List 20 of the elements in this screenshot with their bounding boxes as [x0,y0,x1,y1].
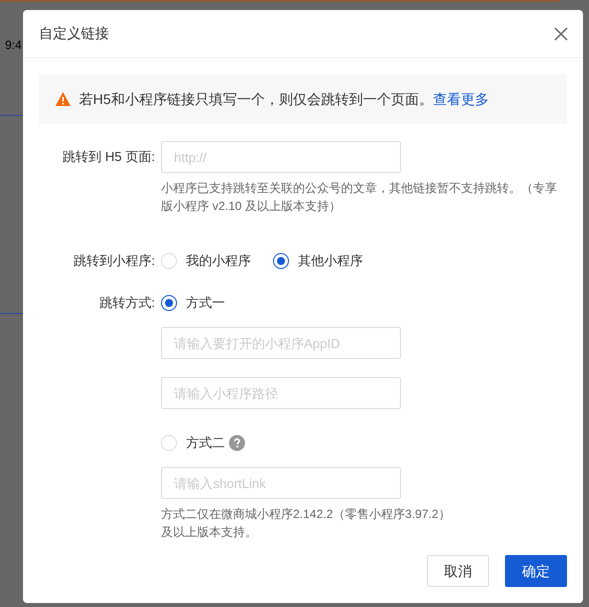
dialog-title: 自定义链接 [39,24,109,43]
confirm-button[interactable]: 确定 [505,555,567,587]
cancel-button[interactable]: 取消 [427,555,489,587]
close-icon[interactable] [553,26,569,42]
radio-label[interactable]: 方式一 [186,293,225,313]
radio-label[interactable]: 其他小程序 [298,251,363,271]
field-label: 跳转到 H5 页面: [62,148,156,166]
radio-button[interactable] [161,295,177,311]
hint-text: 方式二仅在微商城小程序2.142.2（零售小程序3.97.2）及以上版本支持。 [161,506,451,541]
radio-button[interactable] [273,253,289,269]
radio-label[interactable]: 我的小程序 [186,251,251,271]
field-label: 跳转到小程序: [72,252,156,270]
warning-icon [55,91,71,107]
field-label: 跳转方式: [98,294,156,312]
hint-text: 小程序已支持跳转至关联的公众号的文章，其他链接暂不支持跳转。（专享版小程序 v2.10 及以上版本支持） [161,180,558,215]
help-icon[interactable] [229,435,245,451]
time-text: 9:4 [5,37,22,54]
radio-label[interactable]: 方式二 [186,433,225,453]
notice-text: 若H5和小程序链接只填写一个，则仅会跳转到一个页面。查看更多 [79,90,489,108]
more-link[interactable]: 查看更多 [432,90,489,106]
